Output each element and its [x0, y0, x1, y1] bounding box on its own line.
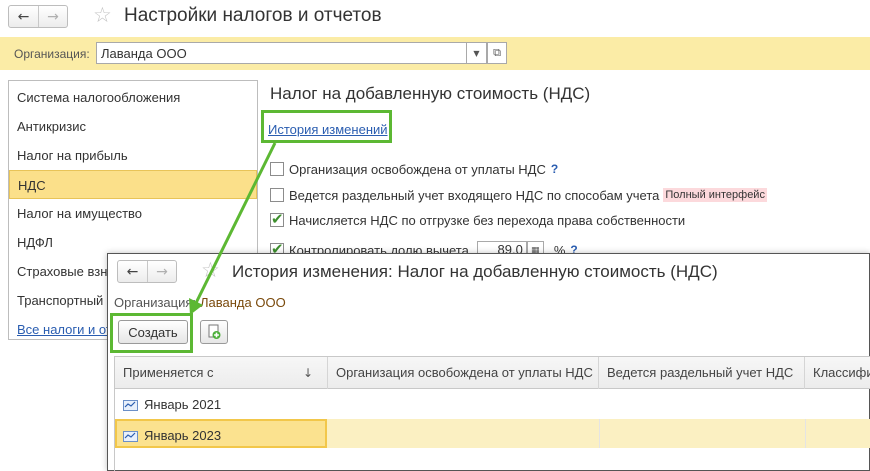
- pointer-arrow: [189, 142, 277, 315]
